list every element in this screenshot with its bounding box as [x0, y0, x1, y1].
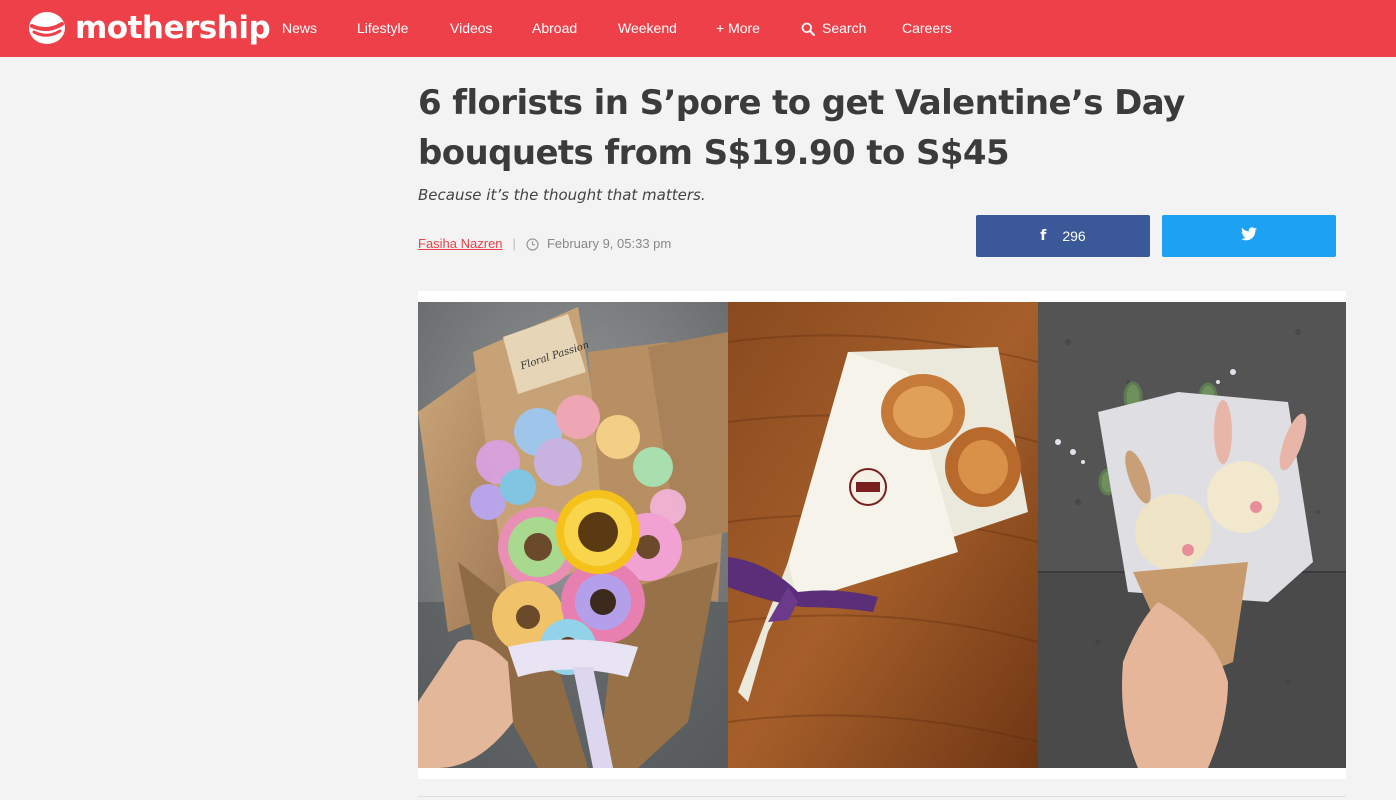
twitter-share-button[interactable] [1162, 215, 1336, 257]
facebook-icon: f [1040, 228, 1047, 244]
site-name: mothership [75, 10, 271, 46]
site-logo[interactable]: mothership [28, 10, 271, 46]
hero-image: Floral Passion [418, 302, 1346, 768]
nav-more[interactable]: + More [716, 20, 760, 37]
nav-news[interactable]: News [282, 20, 317, 37]
nav-weekend[interactable]: Weekend [618, 20, 677, 37]
article-meta: Fasiha Nazren | February 9, 05:33 pm [418, 236, 671, 252]
pastry-bouquet-photo [728, 302, 1038, 768]
article-subtitle: Because it’s the thought that matters. [418, 186, 706, 204]
mothership-logo-icon [28, 11, 66, 45]
content-divider [418, 796, 1346, 797]
nav-abroad[interactable]: Abroad [532, 20, 577, 37]
rainbow-bouquet-photo: Floral Passion [418, 302, 728, 768]
bunny-bouquet-photo [1038, 302, 1346, 768]
nav-search-label: Search [822, 20, 867, 36]
meta-separator: | [512, 236, 516, 251]
nav-videos[interactable]: Videos [450, 20, 493, 37]
top-navigation-bar: mothership News Lifestyle Videos Abroad … [0, 0, 1396, 57]
twitter-icon [1241, 226, 1257, 246]
clock-icon [526, 237, 539, 251]
facebook-share-button[interactable]: f 296 [976, 215, 1150, 257]
nav-search[interactable]: Search [801, 20, 866, 37]
facebook-share-count: 296 [1062, 228, 1086, 244]
publish-date: February 9, 05:33 pm [546, 236, 672, 251]
search-icon [801, 22, 815, 36]
nav-lifestyle[interactable]: Lifestyle [357, 20, 408, 37]
nav-careers[interactable]: Careers [902, 20, 952, 37]
article-title: 6 florists in S’pore to get Valentine’s … [418, 83, 1185, 173]
author-link[interactable]: Fasiha Nazren [418, 236, 503, 252]
